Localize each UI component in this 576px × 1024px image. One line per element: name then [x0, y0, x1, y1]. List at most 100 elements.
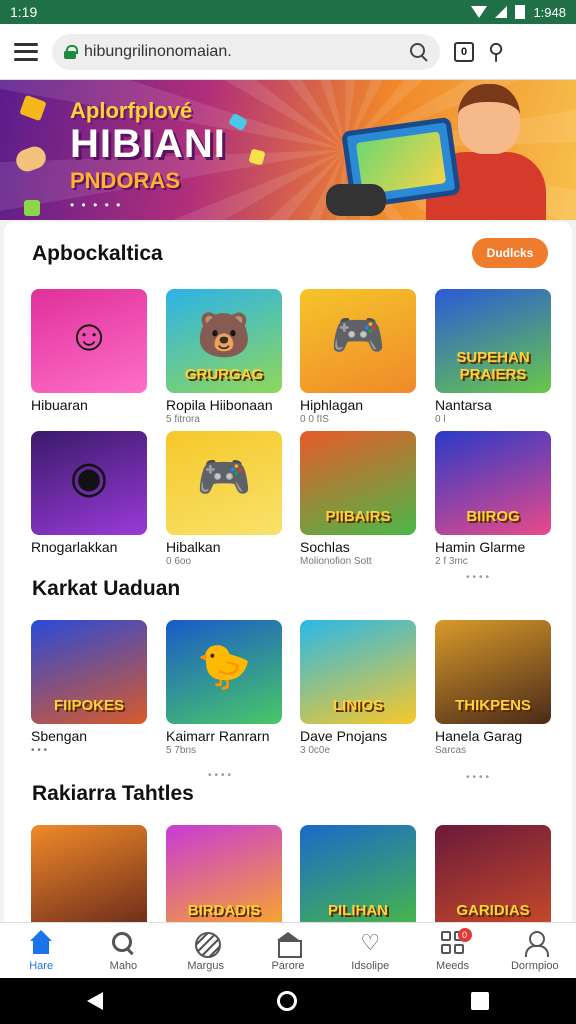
section-title: Apbockaltica — [32, 242, 163, 265]
game-thumbnail[interactable]: PIIBAIRS — [300, 431, 416, 535]
banner-character-illustration — [326, 84, 556, 220]
game-title: Kaimarr Ranrarn — [166, 728, 270, 744]
game-meta: 5 fitrora — [166, 414, 200, 425]
nav-search[interactable]: Maho — [82, 923, 164, 978]
system-navigation-bar — [0, 978, 576, 1024]
game-thumbnail[interactable] — [31, 825, 147, 922]
banner-tagline: PNDORAS — [70, 168, 181, 193]
nav-label: Meeds — [436, 959, 470, 972]
game-tile[interactable]: BIRDADIS — [166, 825, 282, 922]
game-meta: 0 6oo — [166, 556, 192, 567]
game-title: Hamin Glarme — [435, 539, 526, 555]
game-tile[interactable]: PIIBAIRS Sochlas Molionofion Sott — [300, 431, 416, 567]
game-tile[interactable] — [31, 825, 147, 922]
game-thumbnail[interactable]: BIIROG — [435, 431, 551, 535]
game-title: Dave Pnojans — [300, 728, 388, 744]
game-title: Hibuaran — [31, 397, 88, 413]
search-icon — [110, 930, 136, 956]
game-thumbnail[interactable]: FIIPOKES — [31, 620, 147, 724]
game-thumbnail[interactable]: ◉ — [31, 431, 147, 535]
profile-icon — [522, 930, 549, 957]
banner-subtitle: Aplorfplové — [70, 98, 193, 123]
game-meta: Molionofion Sott — [300, 556, 372, 567]
wifi-icon — [471, 6, 488, 18]
game-thumbnail[interactable]: LINIOS — [300, 620, 416, 724]
battery-icon — [515, 5, 526, 19]
game-thumbnail[interactable]: GARIDIAS — [435, 825, 551, 922]
game-tile[interactable]: GARIDIAS — [435, 825, 551, 922]
game-thumbnail[interactable]: 🐤 — [166, 620, 282, 724]
signal-icon — [495, 6, 508, 18]
back-icon[interactable] — [87, 992, 103, 1010]
game-meta: 0 l — [435, 414, 446, 425]
game-thumbnail[interactable]: PILIHAN — [300, 825, 416, 922]
promo-banner[interactable]: Aplorfplové HIBIANI PNDORAS • • • • • — [0, 80, 576, 220]
nav-label: Hare — [29, 959, 54, 972]
game-thumbnail[interactable]: SUPEHAN PRAIERS — [435, 289, 551, 393]
search-icon[interactable] — [410, 42, 428, 61]
status-time: 1:19 — [10, 4, 38, 20]
cube-decoration — [24, 200, 40, 216]
status-bar: 1:19 1:948 — [0, 0, 576, 24]
game-meta: Sarcas — [435, 745, 467, 756]
game-tile[interactable]: BIIROG Hamin Glarme 2 f 3mc — [435, 431, 551, 567]
nav-label: Dormpioo — [510, 959, 559, 972]
game-meta: 2 f 3mc — [435, 556, 468, 567]
game-title: Hibalkan — [166, 539, 221, 555]
game-thumbnail[interactable]: 🐻 GRURGAG — [166, 289, 282, 393]
grid-icon: 0 — [440, 927, 472, 956]
game-tile[interactable]: THIKPENS Hanela Garag Sarcas — [435, 620, 551, 756]
game-thumbnail[interactable]: BIRDADIS — [166, 825, 282, 922]
game-thumbnail[interactable]: 🎮 — [166, 431, 282, 535]
game-meta: 5 7bns — [166, 745, 197, 756]
game-tile[interactable]: 🎮 Hibalkan 0 6oo — [166, 431, 282, 567]
bottom-navigation: Hare Maho Margus Parore ♡ Idsolipe 0 Mee… — [0, 922, 576, 978]
game-tile[interactable]: FIIPOKES Sbengan • • • — [31, 620, 147, 756]
nav-store[interactable]: Parore — [247, 923, 329, 978]
home-button-icon[interactable] — [277, 991, 297, 1011]
game-tile[interactable]: SUPEHAN PRAIERS Nantarsa 0 l — [435, 289, 551, 425]
recent-apps-icon[interactable] — [471, 992, 489, 1010]
section-title: Karkat Uaduan — [32, 577, 181, 600]
carousel-pagination: •••• — [466, 572, 493, 583]
nav-label: Margus — [187, 959, 225, 972]
game-tile[interactable]: 🎮 Hiphlagan 0 0 fIS — [300, 289, 416, 425]
address-bar[interactable]: hibungrilinonomaian. — [52, 33, 440, 70]
game-title: Rnogarlakkan — [31, 539, 118, 555]
game-meta: 0 0 fIS — [300, 414, 329, 425]
banner-title: HIBIANI — [70, 122, 226, 166]
status-right-text: 1:948 — [533, 4, 566, 20]
game-title: Hiphlagan — [300, 397, 364, 413]
carousel-pagination: •••• — [466, 772, 493, 783]
nav-feeds[interactable]: 0 Meeds — [411, 923, 493, 978]
game-tile[interactable]: 🐻 GRURGAG Ropila Hiibonaan 5 fitrora — [166, 289, 282, 425]
game-title: Sochlas — [300, 539, 350, 555]
more-button[interactable]: Dudlcks — [472, 238, 548, 268]
game-title: Nantarsa — [435, 397, 492, 413]
game-title: Hanela Garag — [435, 728, 523, 744]
share-icon[interactable]: ⚲ — [488, 40, 504, 63]
game-tile[interactable]: ☺ Hibuaran — [31, 289, 147, 414]
ball-icon — [193, 930, 221, 958]
tabs-button[interactable]: 0 — [454, 41, 474, 62]
content-card: Apbockaltica Dudlcks ☺ Hibuaran 🐻 GRURGAG… — [4, 222, 572, 922]
home-icon — [28, 929, 54, 956]
nav-games[interactable]: Margus — [165, 923, 247, 978]
game-thumbnail[interactable]: 🎮 — [300, 289, 416, 393]
banner-pagination: • • • • • — [70, 198, 123, 212]
notification-badge: 0 — [457, 927, 472, 942]
game-tile[interactable]: PILIHAN — [300, 825, 416, 922]
game-tile[interactable]: ◉ Rnogarlakkan — [31, 431, 147, 556]
nav-home[interactable]: Hare — [0, 923, 82, 978]
nav-favorites[interactable]: ♡ Idsolipe — [329, 923, 411, 978]
url-text[interactable]: hibungrilinonomaian. — [84, 43, 402, 61]
browser-toolbar: hibungrilinonomaian. 0 ⚲ — [0, 24, 576, 80]
nav-profile[interactable]: Dormpioo — [494, 923, 576, 978]
hamburger-menu-icon[interactable] — [14, 42, 38, 61]
nav-label: Maho — [109, 959, 138, 972]
game-thumbnail[interactable]: ☺ — [31, 289, 147, 393]
game-meta: • • • — [31, 745, 48, 756]
game-tile[interactable]: LINIOS Dave Pnojans 3 0c0e — [300, 620, 416, 756]
game-thumbnail[interactable]: THIKPENS — [435, 620, 551, 724]
game-tile[interactable]: 🐤 Kaimarr Ranrarn 5 7bns — [166, 620, 282, 756]
